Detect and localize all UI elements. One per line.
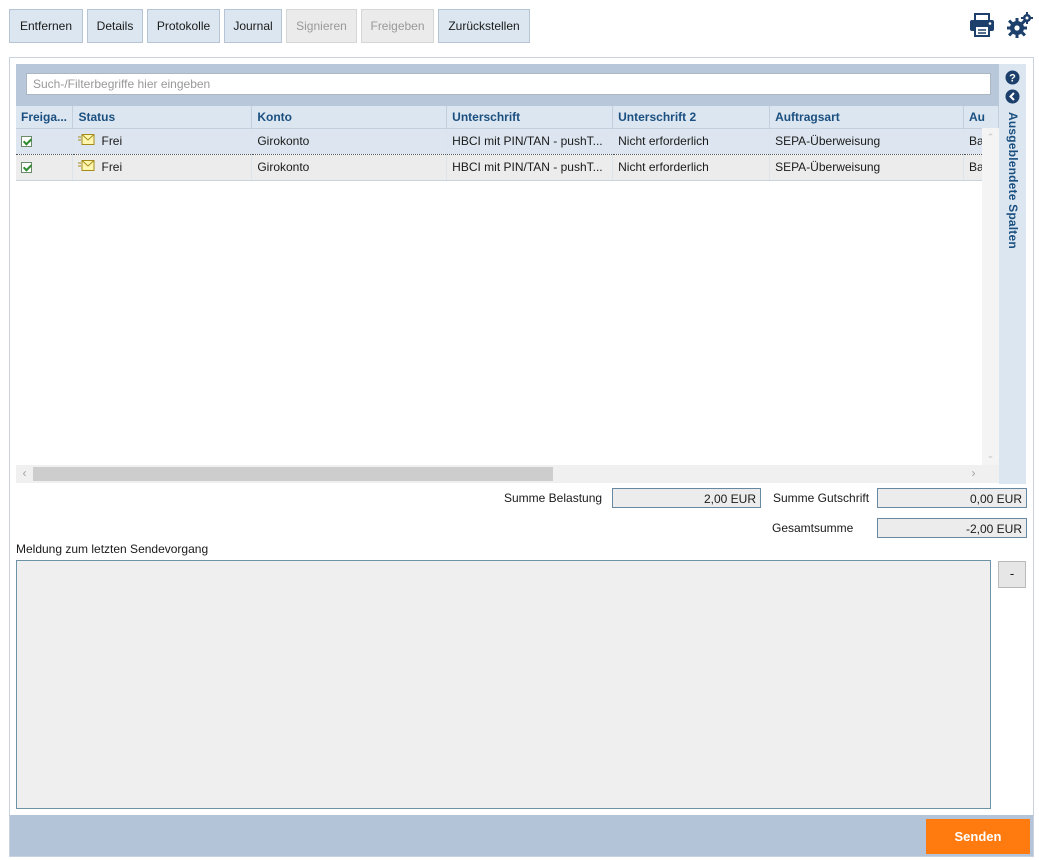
gears-icon[interactable] [1007, 12, 1033, 38]
message-label: Meldung zum letzten Sendevorgang [16, 542, 209, 556]
debit-sum-label: Summe Belastung [504, 491, 603, 505]
release-cell [16, 127, 74, 155]
scroll-right-icon[interactable]: › [965, 466, 982, 480]
search-input[interactable] [26, 73, 991, 95]
help-icon[interactable]: ? [1005, 70, 1020, 88]
details-button[interactable]: Details [87, 9, 143, 43]
send-button[interactable]: Senden [926, 819, 1030, 854]
signature-2-cell: Nicht erforderlich [612, 154, 771, 181]
column-header-auftragsart[interactable]: Auftragsart [769, 106, 964, 129]
release-button[interactable]: Freigeben [361, 9, 434, 43]
table-header-row: Freiga... Status Konto Unterschrift Unte… [16, 106, 999, 129]
toolbar: Entfernen Details Protokolle Journal Sig… [9, 9, 530, 43]
column-header-status[interactable]: Status [72, 106, 253, 129]
printer-icon[interactable] [969, 13, 995, 37]
account-cell: Girokonto [251, 127, 448, 155]
defer-button[interactable]: Zurückstellen [438, 9, 530, 43]
column-header-unterschrift[interactable]: Unterschrift [446, 106, 614, 129]
column-header-au[interactable]: Au [963, 106, 999, 129]
main-panel: Freiga... Status Konto Unterschrift Unte… [9, 57, 1034, 857]
journal-button[interactable]: Journal [224, 9, 282, 43]
vertical-scrollbar[interactable]: ⌃ ⌄ [982, 128, 999, 465]
signature-cell: HBCI mit PIN/TAN - pushT... [446, 154, 614, 181]
envelope-icon [78, 134, 95, 148]
protocols-button[interactable]: Protokolle [147, 9, 220, 43]
scroll-left-icon[interactable]: ‹ [16, 466, 33, 480]
credit-sum-field: 0,00 EUR [877, 488, 1027, 508]
svg-text:?: ? [1009, 73, 1016, 85]
horizontal-scrollbar[interactable]: ‹ › [16, 465, 999, 483]
status-text: Frei [101, 133, 123, 148]
collapse-message-button[interactable]: - [998, 561, 1026, 588]
remove-button[interactable]: Entfernen [9, 9, 83, 43]
column-header-freigabe[interactable]: Freiga... [16, 106, 74, 129]
horizontal-scroll-thumb[interactable] [33, 467, 553, 481]
hidden-columns-label[interactable]: Ausgeblendete Spalten [1006, 112, 1020, 249]
toolbar-icons [969, 12, 1033, 38]
column-header-konto[interactable]: Konto [251, 106, 448, 129]
order-grid: Freiga... Status Konto Unterschrift Unte… [16, 64, 1026, 484]
status-text: Frei [101, 159, 123, 174]
hidden-columns-panel[interactable]: ? Ausgeblendete Spalten [999, 64, 1026, 484]
release-cell [16, 154, 74, 181]
status-cell: Frei [72, 127, 253, 155]
status-cell: Frei [72, 154, 253, 181]
scroll-up-icon[interactable]: ⌃ [982, 132, 999, 143]
order-table: Freiga... Status Konto Unterschrift Unte… [16, 106, 999, 181]
release-checkbox[interactable] [21, 162, 32, 174]
credit-sum-label: Summe Gutschrift [773, 491, 870, 505]
scroll-down-icon[interactable]: ⌄ [982, 450, 999, 461]
collapse-left-icon[interactable] [1005, 89, 1020, 107]
signature-cell: HBCI mit PIN/TAN - pushT... [446, 127, 614, 155]
order-table-area: Freiga... Status Konto Unterschrift Unte… [16, 106, 999, 484]
column-header-unterschrift-2[interactable]: Unterschrift 2 [612, 106, 771, 129]
total-sum-field: -2,00 EUR [877, 518, 1027, 538]
message-textarea[interactable] [16, 560, 991, 809]
footer-bar: Senden [10, 815, 1033, 856]
debit-sum-field: 2,00 EUR [612, 488, 761, 508]
table-row[interactable]: Frei Girokonto HBCI mit PIN/TAN - pushT.… [16, 127, 999, 155]
sign-button[interactable]: Signieren [286, 9, 357, 43]
order-type-cell: SEPA-Überweisung [769, 154, 964, 181]
table-row[interactable]: Frei Girokonto HBCI mit PIN/TAN - pushT.… [16, 154, 999, 181]
release-checkbox[interactable] [21, 136, 32, 148]
account-cell: Girokonto [251, 154, 448, 181]
signature-2-cell: Nicht erforderlich [612, 127, 771, 155]
total-sum-label: Gesamtsumme [772, 521, 854, 535]
filter-bar [16, 64, 999, 106]
order-type-cell: SEPA-Überweisung [769, 127, 964, 155]
envelope-icon [78, 160, 95, 174]
